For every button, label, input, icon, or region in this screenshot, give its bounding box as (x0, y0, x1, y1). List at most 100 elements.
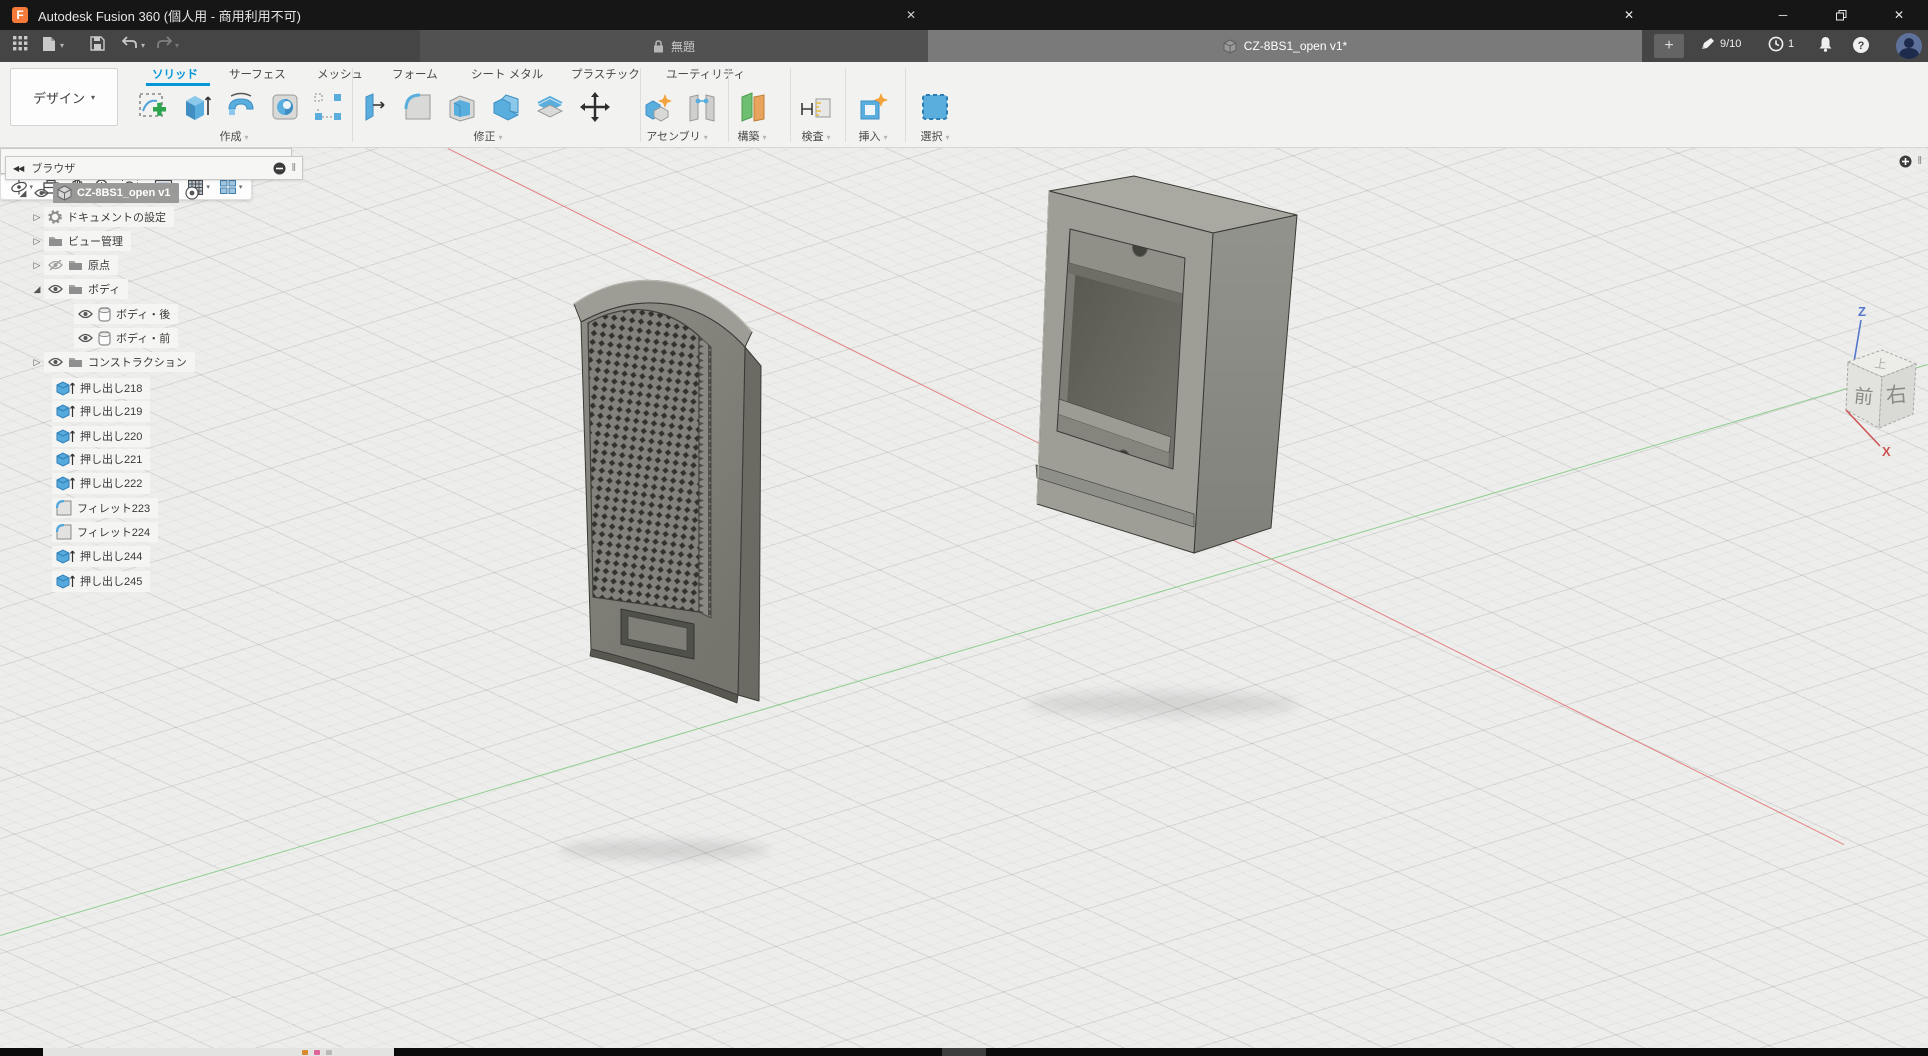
redo-caret[interactable]: ▾ (175, 41, 179, 50)
expand-icon[interactable]: ▷ (30, 260, 44, 271)
revolve-icon[interactable] (224, 89, 258, 125)
browser-item-origin[interactable]: ▷ 原点 (30, 254, 118, 276)
expand-icon[interactable]: ◢ (30, 284, 44, 295)
browser-collapse-icon[interactable]: ◀◀ (13, 164, 23, 173)
browser-item-body-back[interactable]: ボディ・後 (74, 303, 178, 325)
shadow-front-body (559, 840, 769, 860)
workspace-selector[interactable]: デザイン ▾ (10, 68, 118, 126)
help-button[interactable]: ? (1852, 36, 1870, 54)
tab-active-document[interactable]: CZ-8BS1_open v1* (928, 30, 1642, 62)
construction-plane-icon[interactable] (735, 89, 769, 125)
browser-minimize-icon[interactable] (273, 162, 286, 175)
body-front-cover[interactable] (574, 280, 761, 703)
expand-icon[interactable]: ▷ (30, 212, 44, 223)
restore-button[interactable] (1812, 0, 1870, 30)
measure-icon[interactable] (799, 89, 833, 125)
comment-add-icon[interactable] (1899, 155, 1912, 168)
browser-item-extrude-220[interactable]: 押し出し220 (52, 425, 150, 447)
browser-item-body-front[interactable]: ボディ・前 (74, 327, 178, 349)
tab-untitled-close-icon[interactable]: ✕ (906, 8, 916, 22)
view-cube[interactable]: Z 上 前 右 X (1806, 300, 1928, 460)
group-label-inspect[interactable]: 検査 ▾ (801, 128, 830, 144)
move-icon[interactable] (578, 89, 612, 125)
browser-item-bodies[interactable]: ◢ ボディ (30, 278, 128, 300)
browser-item-root[interactable]: ◢ CZ-8BS1_open v1 (16, 182, 199, 204)
comment-grip[interactable]: ‖ (1917, 155, 1922, 167)
expand-icon[interactable]: ▷ (30, 236, 44, 247)
visibility-eye-icon[interactable] (34, 188, 49, 198)
save-icon[interactable] (90, 36, 105, 56)
minimize-button[interactable]: ─ (1754, 0, 1812, 30)
visibility-eye-icon[interactable] (48, 284, 63, 294)
group-label-assemble[interactable]: アセンブリ ▾ (646, 128, 708, 144)
visibility-eye-icon[interactable] (78, 309, 93, 319)
group-label-construct[interactable]: 構築 ▾ (737, 128, 766, 144)
ribbon-tab-mesh[interactable]: メッシュ (317, 66, 363, 82)
ribbon-tab-surface[interactable]: サーフェス (229, 66, 286, 82)
redo-icon[interactable] (156, 36, 172, 55)
ribbon-tab-plastic[interactable]: プラスチック (571, 66, 640, 82)
speaker-grille (588, 310, 699, 612)
browser-item-extrude-244[interactable]: 押し出し244 (52, 545, 150, 567)
visibility-eye-icon[interactable] (78, 333, 93, 343)
insert-icon[interactable] (856, 89, 890, 125)
model-bodies[interactable] (0, 148, 1928, 1048)
group-label-select[interactable]: 選択 ▾ (920, 128, 949, 144)
extrude-icon[interactable] (180, 89, 214, 125)
view-cube-faces[interactable]: 上 前 右 (1846, 350, 1916, 428)
browser-item-extrude-218[interactable]: 押し出し218 (52, 377, 150, 399)
new-document-button[interactable]: + (1654, 34, 1684, 58)
undo-icon[interactable] (122, 36, 138, 55)
browser-item-document-settings[interactable]: ▷ ドキュメントの設定 (30, 206, 174, 228)
notifications-bell[interactable] (1818, 36, 1833, 52)
root-selected-chip[interactable]: CZ-8BS1_open v1 (53, 183, 179, 203)
undo-caret[interactable]: ▾ (141, 41, 145, 50)
group-label-modify[interactable]: 修正 ▾ (473, 128, 502, 144)
close-window-button[interactable]: ✕ (1870, 0, 1928, 30)
select-icon[interactable] (918, 89, 952, 125)
combine-icon[interactable] (489, 89, 523, 125)
viewports-tool[interactable]: ▾ (219, 179, 243, 195)
viewport-canvas[interactable]: Z 上 前 右 X ◀◀ ブラウザ ‖ ◢ (0, 148, 1928, 1048)
browser-title: ブラウザ (31, 160, 75, 176)
browser-grip[interactable]: ‖ (291, 162, 296, 174)
shell-icon[interactable] (445, 89, 479, 125)
offset-face-icon[interactable] (533, 89, 567, 125)
press-pull-icon[interactable] (357, 89, 391, 125)
new-file-caret[interactable]: ▾ (60, 41, 64, 50)
activate-radio-icon[interactable] (185, 186, 199, 200)
job-status-clock[interactable]: 1 (1768, 36, 1794, 52)
browser-item-view-management[interactable]: ▷ ビュー管理 (30, 230, 131, 252)
browser-item-fillet-224[interactable]: フィレット224 (52, 521, 158, 543)
ribbon-tab-sheetmetal[interactable]: シート メタル (471, 66, 543, 82)
group-label-create[interactable]: 作成 ▾ (219, 128, 248, 144)
save-status-badge[interactable]: 9/10 (1700, 36, 1741, 52)
tab-untitled[interactable]: 無題 (420, 30, 928, 62)
new-file-icon[interactable] (42, 36, 56, 57)
browser-item-extrude-221[interactable]: 押し出し221 (52, 448, 150, 470)
eye-off-icon[interactable] (48, 260, 63, 271)
browser-item-fillet-223[interactable]: フィレット223 (52, 497, 158, 519)
ribbon-tab-form[interactable]: フォーム (392, 66, 438, 82)
body-back-box[interactable] (1036, 176, 1297, 553)
ribbon-tab-solid[interactable]: ソリッド (152, 66, 198, 82)
browser-panel-header[interactable]: ◀◀ ブラウザ ‖ (5, 156, 303, 180)
browser-item-extrude-219[interactable]: 押し出し219 (52, 400, 150, 422)
new-component-icon[interactable] (641, 89, 675, 125)
ribbon-tab-utilities[interactable]: ユーティリティ (666, 66, 745, 82)
expand-icon[interactable]: ◢ (16, 188, 30, 199)
joint-icon[interactable] (685, 89, 719, 125)
visibility-eye-icon[interactable] (48, 357, 63, 367)
group-label-insert[interactable]: 挿入 ▾ (858, 128, 887, 144)
browser-item-extrude-245[interactable]: 押し出し245 (52, 570, 150, 592)
avatar[interactable] (1896, 33, 1922, 59)
expand-icon[interactable]: ▷ (30, 357, 44, 368)
create-sketch-icon[interactable] (136, 89, 170, 125)
browser-item-extrude-222[interactable]: 押し出し222 (52, 472, 150, 494)
fillet-icon[interactable] (401, 89, 435, 125)
browser-item-construction[interactable]: ▷ コンストラクション (30, 351, 195, 373)
pattern-icon[interactable] (311, 89, 345, 125)
hole-icon[interactable] (268, 89, 302, 125)
tab-active-close-icon[interactable]: ✕ (1624, 8, 1634, 22)
app-menu-icon[interactable] (13, 36, 28, 56)
